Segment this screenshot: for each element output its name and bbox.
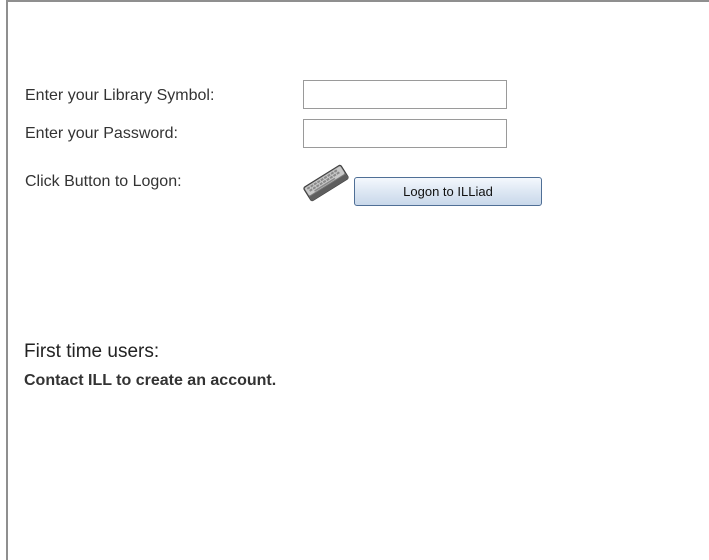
- logon-button[interactable]: Logon to ILLiad: [354, 177, 542, 206]
- password-label: Enter your Password:: [25, 125, 178, 142]
- password-input[interactable]: [303, 119, 507, 148]
- keyboard-icon: [303, 164, 349, 202]
- first-time-heading: First time users:: [24, 341, 160, 362]
- library-symbol-label: Enter your Library Symbol:: [25, 87, 215, 104]
- library-symbol-input[interactable]: [303, 80, 507, 109]
- contact-message: Contact ILL to create an account.: [24, 372, 277, 389]
- logon-instruction-label: Click Button to Logon:: [25, 173, 182, 190]
